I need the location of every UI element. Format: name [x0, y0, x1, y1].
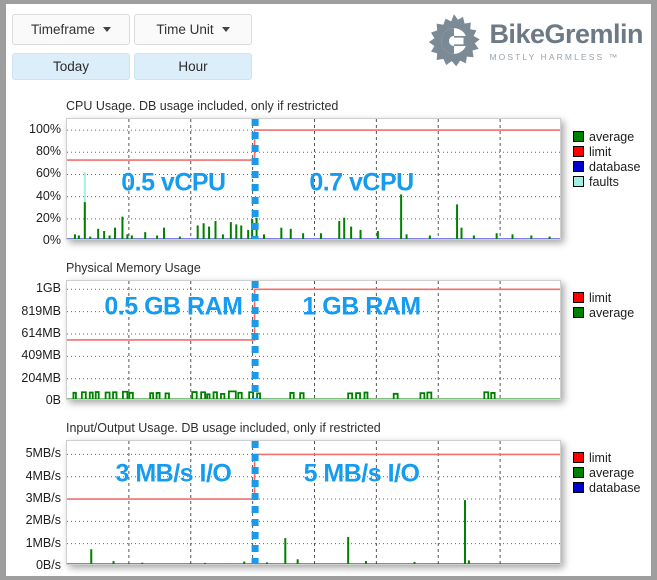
timeunit-value-label: Hour [178, 59, 208, 74]
legend-swatch-icon [573, 292, 584, 303]
chart-annotation: 0.7 vCPU [309, 168, 414, 197]
legend-label: limit [589, 450, 612, 465]
chart-title: Input/Output Usage. DB usage included, o… [66, 421, 381, 435]
y-axis-tick-label: 1GB [35, 281, 61, 296]
legend-label: faults [589, 174, 619, 189]
y-axis-tick-label: 614MB [21, 326, 61, 341]
legend-item[interactable]: average [573, 465, 640, 480]
y-axis: 0B 204MB 409MB 614MB 819MB 1GB [6, 280, 61, 407]
legend-item[interactable]: average [573, 305, 634, 320]
legend-label: average [589, 129, 635, 144]
legend-swatch-icon [573, 482, 584, 493]
timeframe-control-group: Timeframe Today [12, 14, 130, 80]
legend-item[interactable]: limit [573, 144, 640, 159]
chart-title: CPU Usage. DB usage included, only if re… [66, 99, 339, 113]
chart-legend: limit average [573, 290, 634, 320]
legend-item[interactable]: faults [573, 174, 640, 189]
gear-logo-icon [429, 14, 481, 67]
legend-swatch-icon [573, 452, 584, 463]
y-axis-tick-label: 40% [35, 188, 61, 203]
legend-item[interactable]: limit [573, 290, 634, 305]
legend-item[interactable]: average [573, 129, 640, 144]
timeframe-dropdown-label: Timeframe [30, 22, 95, 37]
y-axis-tick-label: 3MB/s [25, 491, 61, 506]
legend-label: average [589, 305, 635, 320]
plot-area[interactable]: 3 MB/s I/O 5 MB/s I/O [66, 440, 561, 565]
y-axis-tick-label: 20% [35, 210, 61, 225]
timeunit-control-group: Time Unit Hour [134, 14, 252, 80]
legend-label: database [589, 480, 641, 495]
timeunit-value-button[interactable]: Hour [134, 53, 252, 80]
chart-annotation: 0.5 vCPU [121, 168, 226, 197]
y-axis-tick-label: 80% [35, 144, 61, 159]
legend-swatch-icon [573, 131, 584, 142]
y-axis-tick-label: 409MB [21, 348, 61, 363]
y-axis-tick-label: 0B/s [35, 558, 61, 572]
legend-swatch-icon [573, 467, 584, 478]
chart-annotation: 0.5 GB RAM [104, 292, 243, 321]
chart-annotation: 5 MB/s I/O [303, 459, 420, 488]
legend-label: limit [589, 290, 612, 305]
chart-legend: average limit database faults [573, 129, 640, 189]
logo-text-group: BikeGremlin MOSTLY HARMLESS ™ [489, 18, 643, 62]
plot-area[interactable]: 0.5 GB RAM 1 GB RAM [66, 280, 561, 400]
y-axis-tick-label: 0% [42, 233, 61, 247]
timeframe-dropdown[interactable]: Timeframe [12, 14, 130, 45]
brand-logo: BikeGremlin MOSTLY HARMLESS ™ [426, 13, 643, 69]
dashboard-frame: Timeframe Today Time Unit Hour BikeGreml… [6, 4, 651, 576]
legend-swatch-icon [573, 307, 584, 318]
y-axis-tick-label: 204MB [21, 370, 61, 385]
chevron-down-icon [103, 27, 111, 32]
timeunit-dropdown-label: Time Unit [156, 22, 214, 37]
timeframe-value-label: Today [52, 59, 90, 74]
legend-item[interactable]: limit [573, 450, 640, 465]
plot-area[interactable]: 0.5 vCPU 0.7 vCPU [66, 118, 561, 240]
chart-legend: limit average database [573, 450, 640, 495]
y-axis-tick-label: 4MB/s [25, 468, 61, 483]
y-axis-tick-label: 1MB/s [25, 535, 61, 550]
logo-tagline: MOSTLY HARMLESS ™ [489, 51, 620, 62]
y-axis-tick-label: 60% [35, 166, 61, 181]
chart-title: Physical Memory Usage [66, 261, 201, 275]
legend-swatch-icon [573, 176, 584, 187]
legend-item[interactable]: database [573, 159, 640, 174]
chevron-down-icon [221, 27, 230, 32]
chart-annotation: 3 MB/s I/O [115, 459, 232, 488]
chart-annotation: 1 GB RAM [302, 292, 421, 321]
y-axis-tick-label: 819MB [21, 303, 61, 318]
legend-label: limit [589, 144, 612, 159]
y-axis-tick-label: 0B [45, 393, 61, 407]
legend-label: average [589, 465, 635, 480]
y-axis-tick-label: 100% [29, 122, 61, 137]
toolbar: Timeframe Today Time Unit Hour BikeGreml… [6, 4, 651, 88]
legend-swatch-icon [573, 161, 584, 172]
y-axis: 0% 20% 40% 60% 80% 100% [6, 118, 61, 247]
logo-name: BikeGremlin [489, 18, 643, 49]
y-axis-tick-label: 2MB/s [25, 513, 61, 528]
legend-label: database [589, 159, 641, 174]
timeframe-value-button[interactable]: Today [12, 53, 130, 80]
y-axis: 0B/s 1MB/s 2MB/s 3MB/s 4MB/s 5MB/s [6, 440, 61, 572]
legend-swatch-icon [573, 146, 584, 157]
y-axis-tick-label: 5MB/s [25, 446, 61, 461]
legend-item[interactable]: database [573, 480, 640, 495]
timeunit-dropdown[interactable]: Time Unit [134, 14, 252, 45]
